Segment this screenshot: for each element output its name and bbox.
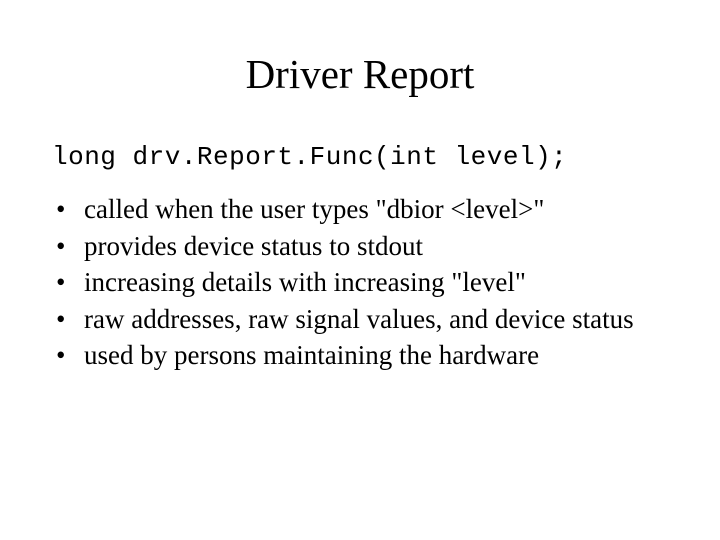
list-item: • called when the user types "dbior <lev… bbox=[52, 192, 670, 227]
bullet-list: • called when the user types "dbior <lev… bbox=[50, 192, 670, 373]
bullet-text: used by persons maintaining the hardware bbox=[84, 338, 670, 373]
bullet-text: called when the user types "dbior <level… bbox=[84, 192, 670, 227]
bullet-icon: • bbox=[52, 192, 84, 227]
bullet-icon: • bbox=[52, 229, 84, 264]
slide-title: Driver Report bbox=[50, 50, 670, 98]
list-item: • provides device status to stdout bbox=[52, 229, 670, 264]
bullet-text: increasing details with increasing "leve… bbox=[84, 265, 670, 300]
bullet-icon: • bbox=[52, 265, 84, 300]
list-item: • raw addresses, raw signal values, and … bbox=[52, 302, 670, 337]
bullet-icon: • bbox=[52, 302, 84, 337]
bullet-text: raw addresses, raw signal values, and de… bbox=[84, 302, 670, 337]
list-item: • used by persons maintaining the hardwa… bbox=[52, 338, 670, 373]
code-signature: long drv.Report.Func(int level); bbox=[50, 142, 670, 172]
list-item: • increasing details with increasing "le… bbox=[52, 265, 670, 300]
bullet-text: provides device status to stdout bbox=[84, 229, 670, 264]
bullet-icon: • bbox=[52, 338, 84, 373]
